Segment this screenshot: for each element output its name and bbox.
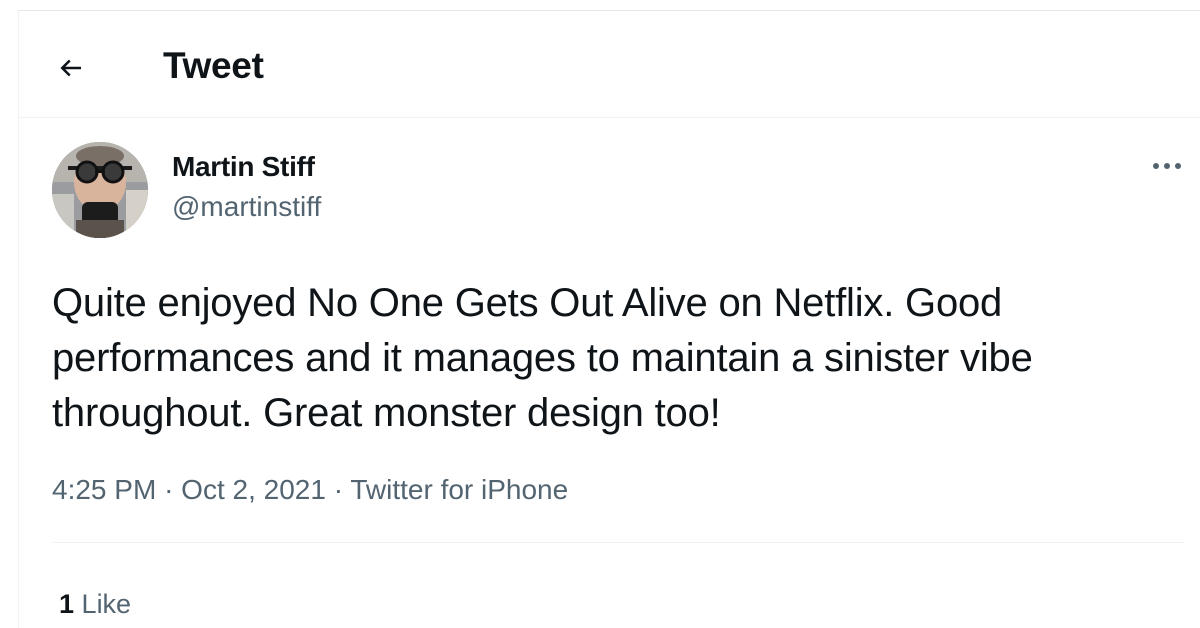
tweet-date[interactable]: Oct 2, 2021 bbox=[181, 474, 326, 505]
page-title: Tweet bbox=[163, 45, 264, 86]
tweet-page: Tweet Martin Stiff @martinstiff Quite en… bbox=[18, 10, 1200, 628]
tweet-source[interactable]: Twitter for iPhone bbox=[350, 474, 568, 505]
tweet-metadata: 4:25 PM · Oct 2, 2021 · Twitter for iPho… bbox=[52, 473, 568, 507]
more-options-button[interactable] bbox=[1147, 151, 1187, 181]
author-handle[interactable]: @martinstiff bbox=[172, 190, 321, 224]
meta-separator: · bbox=[333, 474, 344, 505]
avatar-photo bbox=[52, 142, 148, 238]
page-header: Tweet bbox=[19, 11, 1200, 118]
likes-label: Like bbox=[81, 589, 132, 619]
more-horizontal-icon bbox=[1153, 163, 1181, 169]
meta-separator: · bbox=[164, 474, 174, 505]
arrow-left-icon bbox=[60, 59, 81, 77]
author-name[interactable]: Martin Stiff bbox=[172, 150, 315, 184]
tweet-time[interactable]: 4:25 PM bbox=[52, 474, 156, 505]
back-button[interactable] bbox=[49, 46, 93, 90]
likes-count: 1 bbox=[59, 589, 75, 619]
likes-link[interactable]: 1 Like bbox=[59, 587, 131, 621]
avatar[interactable] bbox=[52, 142, 148, 238]
divider bbox=[52, 542, 1184, 543]
tweet-text: Quite enjoyed No One Gets Out Alive on N… bbox=[52, 281, 1033, 435]
